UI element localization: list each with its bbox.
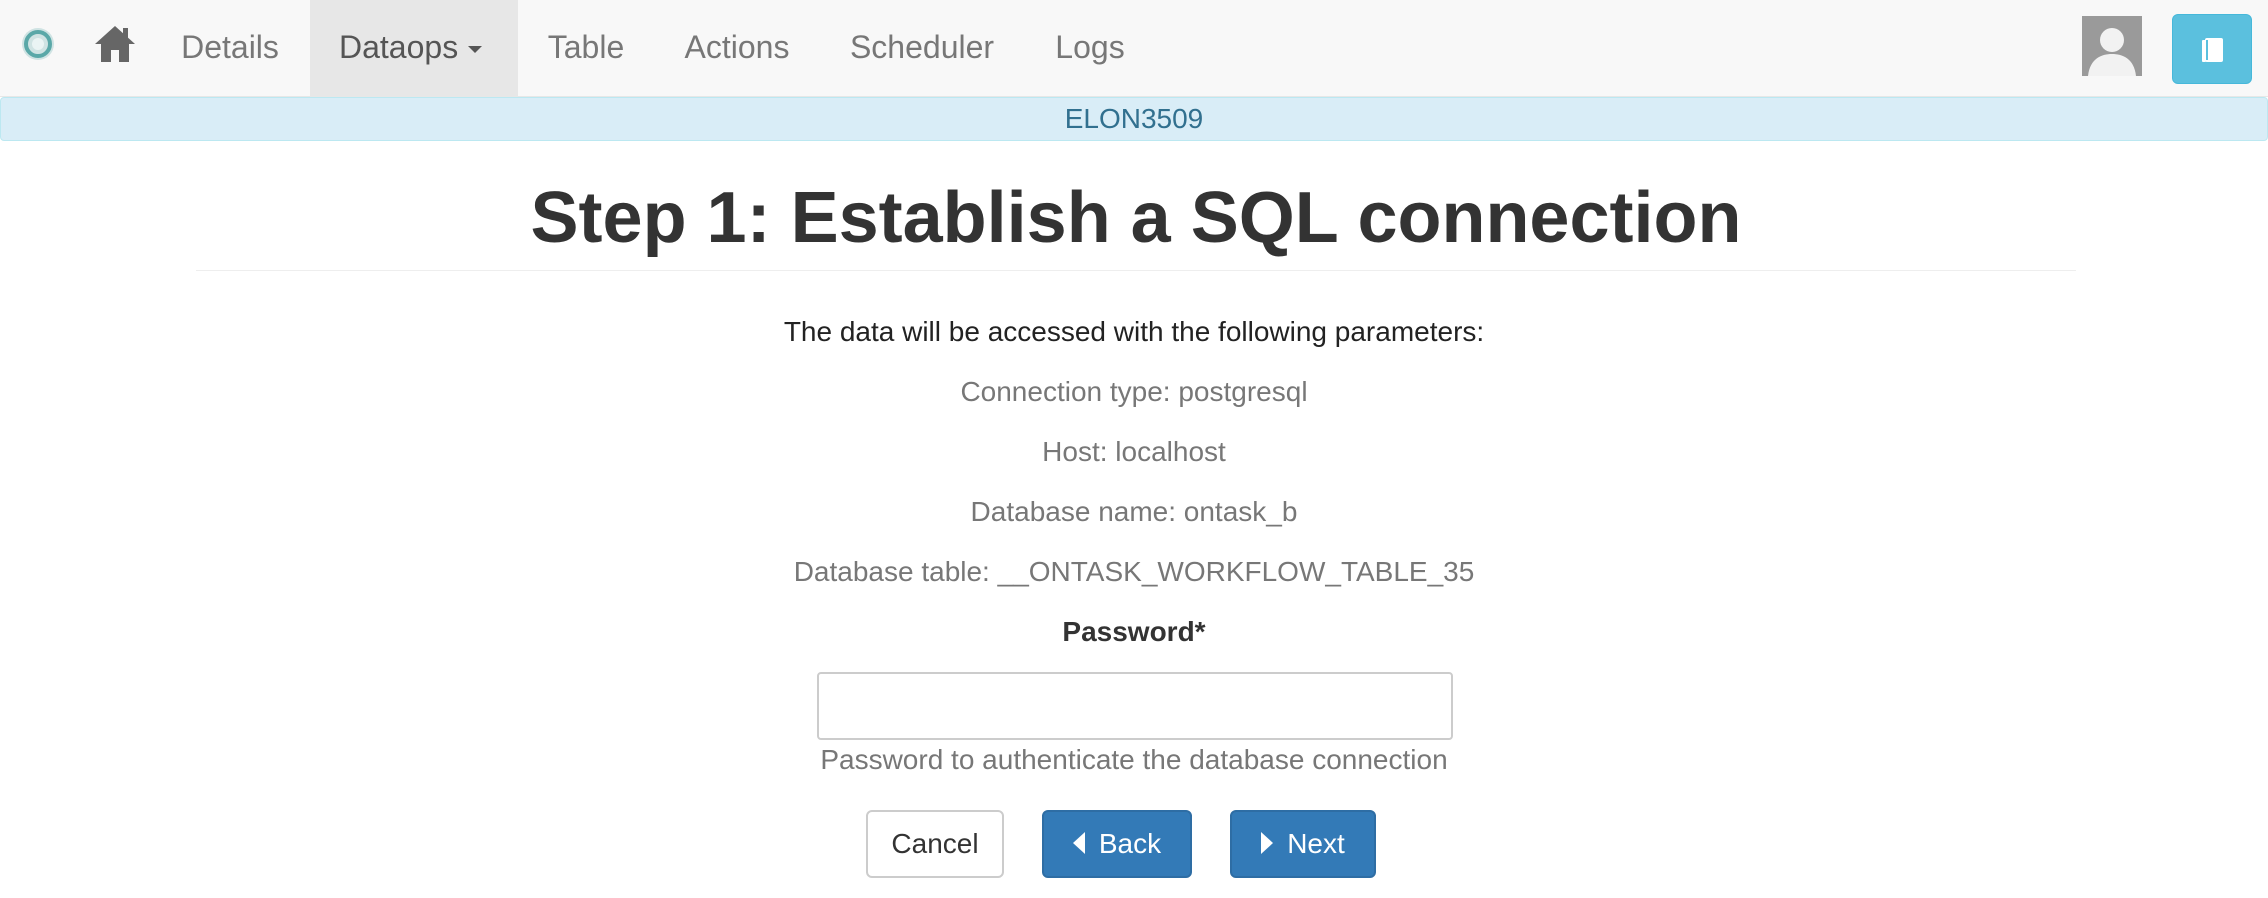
nav-item-dataops[interactable]: Dataops	[310, 0, 518, 96]
nav-item-scheduler[interactable]: Scheduler	[836, 0, 1008, 96]
host-text: Host: localhost	[1042, 436, 1226, 467]
help-button[interactable]	[2172, 14, 2252, 84]
user-avatar-icon[interactable]	[2082, 16, 2142, 76]
cancel-button[interactable]: Cancel	[866, 810, 1004, 878]
back-button[interactable]: Back	[1042, 810, 1192, 878]
nav-item-details[interactable]: Details	[170, 0, 290, 96]
triangle-left-icon	[1072, 831, 1085, 854]
database-table-text: Database table: __ONTASK_WORKFLOW_TABLE_…	[793, 556, 1475, 587]
nav-item-actions[interactable]: Actions	[666, 0, 808, 96]
connection-type-text: Connection type: postgresql	[960, 376, 1308, 407]
book-icon	[2202, 38, 2223, 62]
params-intro: The data will be accessed with the follo…	[783, 316, 1485, 347]
ontask-logo-icon[interactable]	[18, 24, 58, 64]
database-name-text: Database name: ontask_b	[970, 496, 1298, 527]
home-icon[interactable]	[94, 24, 136, 64]
chevron-down-icon	[468, 46, 483, 54]
triangle-right-icon	[1261, 831, 1274, 854]
top-navbar: Details Dataops Table Actions Scheduler …	[0, 0, 2268, 97]
next-button-label: Next	[1287, 828, 1345, 859]
nav-item-table[interactable]: Table	[530, 0, 642, 96]
workflow-name-banner: ELON3509	[0, 97, 2268, 141]
back-button-label: Back	[1098, 828, 1162, 859]
password-input[interactable]	[817, 672, 1453, 740]
page-title: Step 1: Establish a SQL connection	[196, 166, 2076, 271]
nav-item-dataops-label: Dataops	[339, 29, 459, 65]
password-help-text: Password to authenticate the database co…	[820, 744, 1448, 775]
next-button[interactable]: Next	[1230, 810, 1376, 878]
nav-item-logs[interactable]: Logs	[1040, 0, 1140, 96]
password-label: Password*	[1062, 616, 1206, 647]
